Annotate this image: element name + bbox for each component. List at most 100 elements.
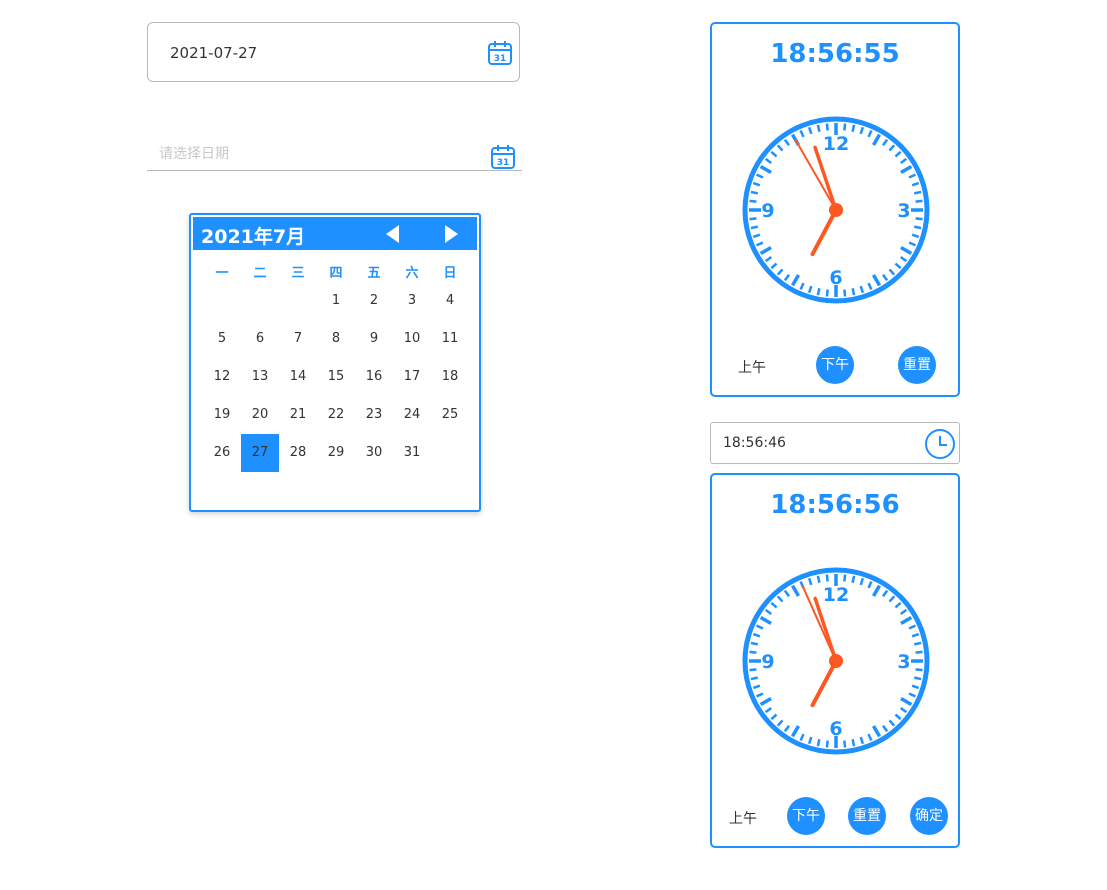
clock-tick [871,584,882,597]
clock-tick [900,164,913,175]
clock-tick [807,285,813,294]
calendar-day[interactable]: 3 [393,282,431,320]
calendar-day[interactable]: 4 [431,282,469,320]
calendar-day[interactable]: 5 [203,320,241,358]
calendar-day[interactable]: 6 [241,320,279,358]
clock-tick [776,595,784,603]
calendar-day[interactable]: 2 [355,282,393,320]
clock-tick [770,601,778,609]
calendar-day[interactable]: 24 [393,396,431,434]
clock-tick [882,273,889,282]
clock-tick [911,632,920,638]
calendar-icon[interactable]: 31 [487,40,513,66]
clock-tick [859,285,865,294]
clock-numeral: 6 [829,267,842,289]
clock-tick [749,199,757,203]
calendar-day[interactable]: 1 [317,282,355,320]
clock-tick [908,692,916,698]
calendar-day[interactable]: 26 [203,434,241,472]
calendar-day[interactable]: 22 [317,396,355,434]
clock-numeral: 9 [761,200,774,222]
reset-button[interactable]: 重置 [848,797,886,835]
calendar-day[interactable]: 20 [241,396,279,434]
confirm-button[interactable]: 确定 [910,797,948,835]
date-input[interactable]: 2021-07-27 31 [147,22,520,82]
calendar-day[interactable]: 29 [317,434,355,472]
am-button[interactable]: 上午 [729,808,757,828]
calendar-day[interactable]: 14 [279,358,317,396]
calendar-day[interactable]: 11 [431,320,469,358]
calendar-icon[interactable]: 31 [490,144,516,170]
analog-clock[interactable]: 12 3 6 9 [742,567,930,755]
clock-tick [750,190,759,195]
calendar-day[interactable]: 10 [393,320,431,358]
calendar-icon-number: 31 [497,158,510,168]
calendar-day[interactable]: 25 [431,396,469,434]
clock-tick [908,624,916,630]
clock-tick [851,124,856,133]
clock-tick [750,225,759,230]
calendar-day-selected[interactable]: 27 [241,434,279,472]
clock-numeral: 3 [897,651,910,673]
clock-tick [882,724,889,733]
clock-numeral: 3 [897,200,910,222]
analog-clock[interactable]: 12 3 6 9 [742,116,930,304]
clock-tick [764,608,773,615]
calendar-day[interactable]: 31 [393,434,431,472]
calendar-day[interactable]: 30 [355,434,393,472]
calendar-day[interactable]: 23 [355,396,393,434]
clock-tick [756,624,764,630]
time-input[interactable]: 18:56:46 [710,422,960,464]
clock-tick [915,668,923,672]
calendar-day[interactable]: 19 [203,396,241,434]
clock-tick [807,126,813,135]
hour-hand [810,659,838,708]
clock-tick [843,740,847,748]
pm-button[interactable]: 下午 [787,797,825,835]
clock-tick [752,684,761,690]
clock-icon[interactable] [924,428,956,460]
clock-tick [783,724,790,733]
clock-tick [749,650,757,654]
weekday-header: 日 [443,266,457,281]
clock-tick [899,256,908,263]
date-field[interactable] [159,146,459,162]
clock-tick [816,575,821,584]
calendar-day[interactable]: 8 [317,320,355,358]
reset-button[interactable]: 重置 [898,346,936,384]
clock-tick [913,225,922,230]
clock-time: 18:56:56 [770,490,900,520]
clock-tick [770,150,778,158]
calendar-day[interactable]: 13 [241,358,279,396]
next-month-icon[interactable] [445,225,458,243]
clock-tick [882,138,889,147]
clock-numeral: 9 [761,651,774,673]
clock-tick [750,676,759,681]
calendar-day[interactable]: 12 [203,358,241,396]
calendar-day[interactable]: 28 [279,434,317,472]
am-button[interactable]: 上午 [738,357,766,377]
calendar-day[interactable]: 21 [279,396,317,434]
calendar-day[interactable]: 16 [355,358,393,396]
weekday-header: 一 [215,266,229,281]
clock-panel-top: 18:56:55 12 3 6 9 上午 下午 重置 [710,22,960,397]
calendar-day[interactable]: 7 [279,320,317,358]
clock-tick [900,615,913,626]
calendar-header: 2021年7月 [193,217,477,250]
calendar-day[interactable]: 9 [355,320,393,358]
clock-tick [749,668,757,672]
prev-month-icon[interactable] [386,225,399,243]
clock-tick [770,262,778,270]
calendar-day[interactable]: 17 [393,358,431,396]
clock-tick [851,738,856,747]
calendar-day[interactable]: 18 [431,358,469,396]
pm-button[interactable]: 下午 [816,346,854,384]
calendar-day[interactable]: 15 [317,358,355,396]
clock-tick [851,575,856,584]
clock-tick [776,719,784,727]
hour-hand [810,208,838,257]
date-input-empty[interactable]: 31 [147,140,522,171]
clock-tick [900,245,913,256]
clock-tick [759,245,772,256]
clock-panel-bottom: 18:56:56 12 3 6 9 上午 下午 重置 确定 [710,473,960,848]
